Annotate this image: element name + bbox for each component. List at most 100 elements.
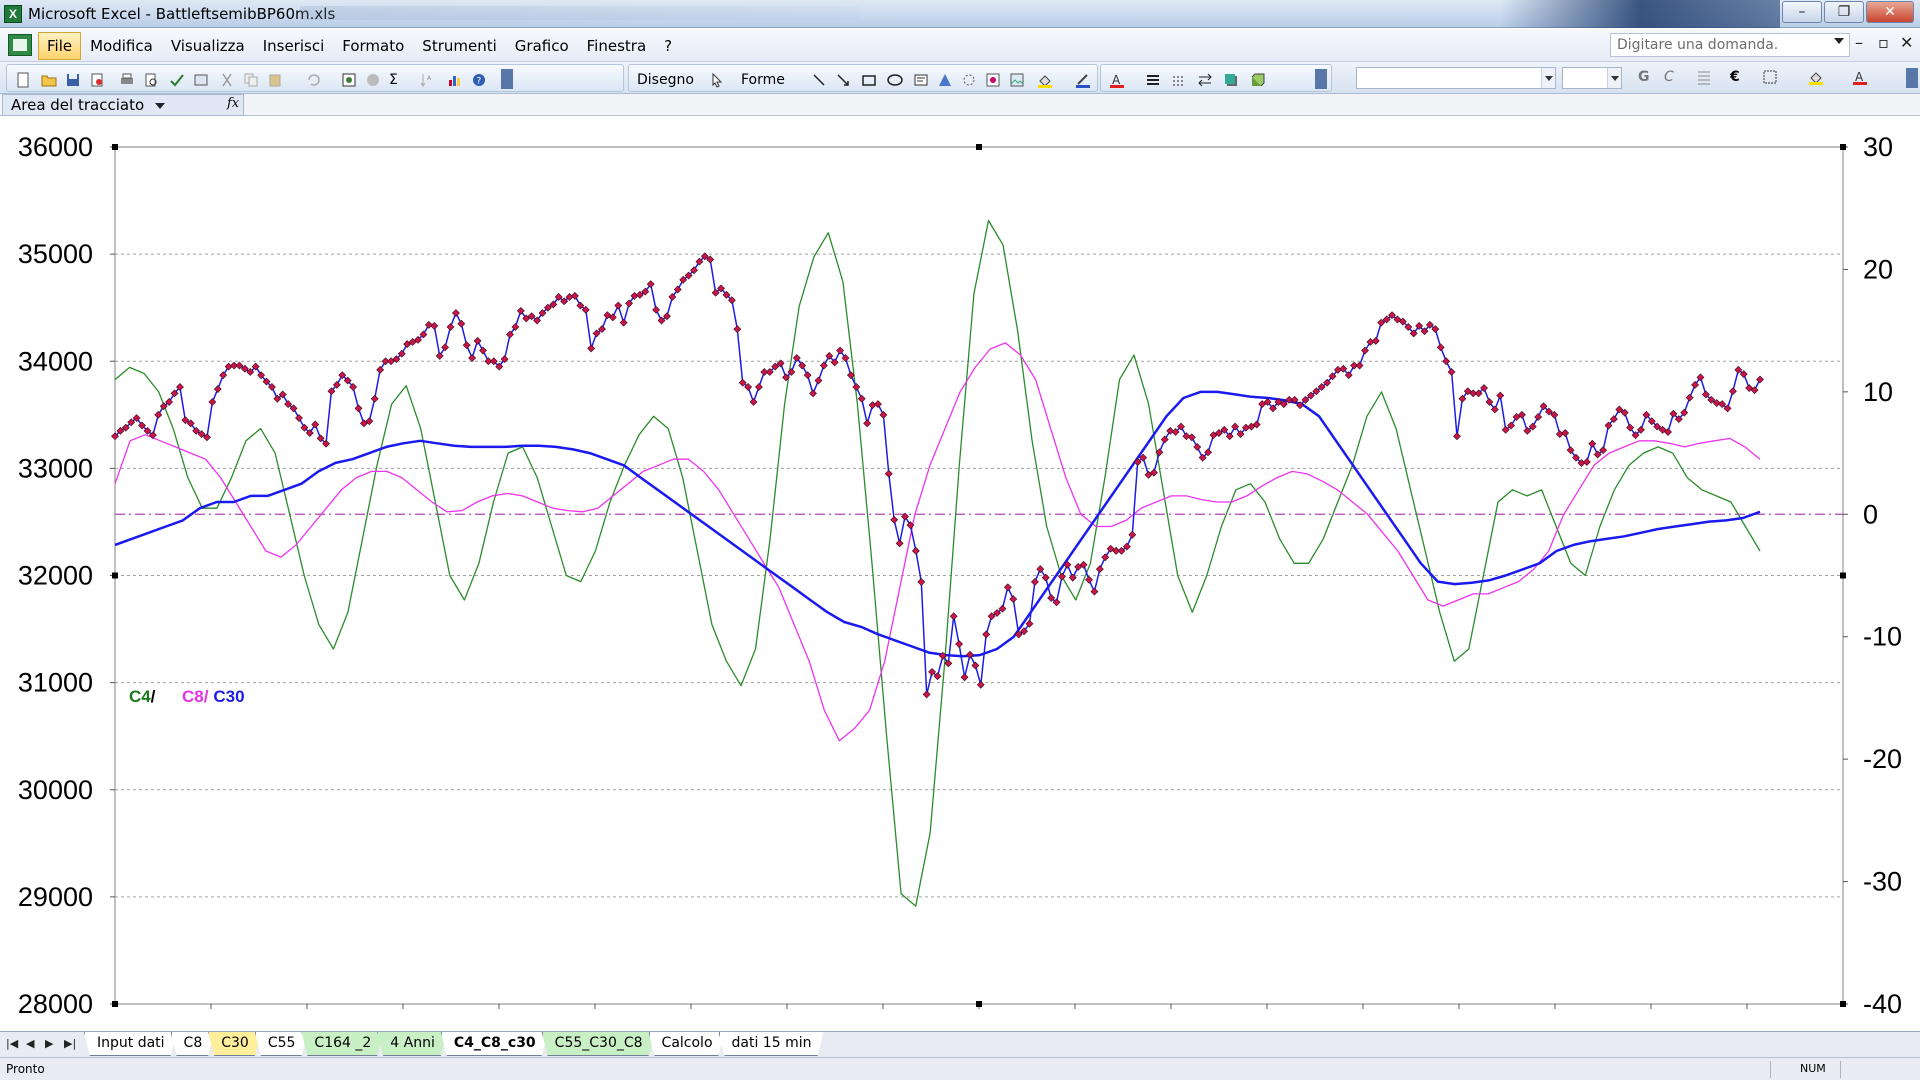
sheet-tab[interactable]: Input dati — [84, 1032, 177, 1056]
print-preview-icon[interactable] — [143, 72, 159, 88]
sheet-tab[interactable]: C4_C8_c30 — [441, 1032, 548, 1056]
textbox-icon[interactable] — [913, 72, 929, 88]
sheet-tab[interactable]: Calcolo — [649, 1032, 725, 1056]
clipart-icon[interactable] — [985, 72, 1001, 88]
selection-handle[interactable] — [1840, 572, 1846, 579]
menu-formato[interactable]: Formato — [333, 32, 413, 60]
open-folder-icon[interactable] — [41, 72, 57, 88]
menu-strumenti[interactable]: Strumenti — [413, 32, 505, 60]
selection-handle[interactable] — [1840, 1001, 1846, 1007]
copy-icon[interactable] — [243, 72, 259, 88]
currency-button[interactable]: € — [1730, 69, 1740, 85]
chart-area[interactable]: 36000 35000 34000 33000 32000 31000 30000 29000… — [0, 117, 1920, 1031]
function-icon[interactable]: fx — [227, 96, 239, 111]
selection-handle[interactable] — [112, 1001, 118, 1007]
paste-icon[interactable] — [267, 72, 283, 88]
name-box-dropdown-icon[interactable] — [155, 103, 165, 109]
toolbar-options-icon-2[interactable] — [1315, 69, 1327, 89]
select-arrow-icon[interactable] — [709, 72, 725, 88]
sort-ascending-icon[interactable]: A — [419, 72, 435, 88]
sheet-tab[interactable]: C55_C30_C8 — [542, 1032, 655, 1056]
spelling-icon[interactable] — [169, 72, 185, 88]
line-style-icon[interactable] — [1145, 72, 1161, 88]
sheet-tabs-bar: |◀ ◀ ▶ ▶| Input dati C8 C30 C55 C164 _2 4 Ann… — [0, 1031, 1920, 1057]
name-box[interactable]: Area del tracciato fx — [2, 94, 244, 116]
menu-file[interactable]: File — [38, 32, 82, 60]
research-icon[interactable] — [193, 72, 209, 88]
menu-inserisci[interactable]: Inserisci — [254, 32, 334, 60]
sheet-tab[interactable]: 4 Anni — [377, 1032, 447, 1056]
maximize-button[interactable]: ❐ — [1824, 1, 1864, 23]
new-file-icon[interactable] — [15, 72, 31, 88]
font-size-combo[interactable] — [1562, 67, 1622, 89]
undo-icon[interactable] — [305, 72, 321, 88]
doc-restore-icon[interactable]: ▫ — [1878, 33, 1889, 52]
selection-handle[interactable] — [112, 572, 118, 579]
text-color-icon[interactable]: A — [1852, 69, 1868, 85]
align-icon[interactable] — [1696, 69, 1712, 85]
line-color-icon[interactable] — [1075, 72, 1091, 88]
arrow-icon[interactable] — [835, 72, 851, 88]
shadow-icon[interactable] — [1223, 72, 1239, 88]
excel-icon[interactable]: X — [4, 5, 22, 23]
cut-icon[interactable] — [219, 72, 235, 88]
oval-icon[interactable] — [887, 72, 903, 88]
italic-button[interactable]: C — [1664, 69, 1674, 85]
first-sheet-icon[interactable]: |◀ — [6, 1037, 18, 1050]
help-icon[interactable]: ? — [471, 72, 487, 88]
rectangle-icon[interactable] — [861, 72, 877, 88]
picture-icon[interactable] — [1009, 72, 1025, 88]
save-icon[interactable] — [65, 72, 81, 88]
drawing-menu[interactable]: Disegno — [637, 72, 694, 88]
help-dropdown-icon[interactable] — [1834, 38, 1844, 44]
bold-button[interactable]: G — [1638, 69, 1650, 85]
chart-wizard-icon[interactable] — [365, 72, 381, 88]
fill-color-icon[interactable] — [1037, 72, 1053, 88]
menu-finestra[interactable]: Finestra — [578, 32, 656, 60]
toolbar-options-icon[interactable] — [501, 69, 513, 89]
last-sheet-icon[interactable]: ▶| — [64, 1037, 76, 1050]
font-color-icon[interactable]: A — [1109, 72, 1125, 88]
borders-icon[interactable] — [1762, 69, 1778, 85]
shapes-menu[interactable]: Forme — [741, 72, 785, 88]
menu-modifica[interactable]: Modifica — [81, 32, 162, 60]
toolbar-options-icon-3[interactable] — [1906, 68, 1918, 88]
sheet-tab[interactable]: C8 — [171, 1032, 215, 1056]
chart-icon[interactable] — [447, 72, 463, 88]
close-button[interactable]: ✕ — [1866, 1, 1914, 23]
menu-grafico[interactable]: Grafico — [506, 32, 578, 60]
sheet-tab[interactable]: C55 — [255, 1032, 308, 1056]
menu-items: File Modifica Visualizza Inserisci Formato St… — [38, 32, 681, 60]
workbook-icon[interactable] — [8, 34, 32, 56]
fill-bucket-icon[interactable] — [1808, 69, 1824, 85]
arrow-style-icon[interactable] — [1197, 72, 1213, 88]
selection-handle[interactable] — [976, 144, 982, 150]
selection-handle[interactable] — [976, 1001, 982, 1007]
diagram-icon[interactable] — [961, 72, 977, 88]
autosum-icon[interactable]: Σ — [389, 72, 398, 88]
3d-icon[interactable] — [1249, 72, 1265, 88]
print-icon[interactable] — [119, 72, 135, 88]
wordart-icon[interactable] — [937, 72, 953, 88]
sheet-tab[interactable]: C164 _2 — [301, 1032, 383, 1056]
hyperlink-icon[interactable] — [341, 72, 357, 88]
status-num-lock: NUM — [1800, 1062, 1826, 1075]
minimize-button[interactable]: – — [1782, 1, 1822, 23]
selection-handle[interactable] — [1840, 144, 1846, 150]
prev-sheet-icon[interactable]: ◀ — [26, 1037, 34, 1050]
permission-icon[interactable] — [89, 72, 105, 88]
doc-close-icon[interactable]: ✕ — [1900, 33, 1913, 52]
line-icon[interactable] — [811, 72, 827, 88]
y-right-tick-label: 20 — [1863, 254, 1893, 284]
next-sheet-icon[interactable]: ▶ — [45, 1037, 53, 1050]
help-question-input[interactable]: Digitare una domanda. — [1610, 33, 1850, 57]
toolbar: Σ A ? Disegno Forme A G C € A — [0, 62, 1920, 94]
menu-visualizza[interactable]: Visualizza — [162, 32, 254, 60]
sheet-tab[interactable]: C30 — [208, 1032, 261, 1056]
sheet-tab[interactable]: dati 15 min — [719, 1032, 824, 1056]
selection-handle[interactable] — [112, 144, 118, 150]
menu-help[interactable]: ? — [655, 32, 681, 60]
font-name-combo[interactable] — [1356, 67, 1556, 89]
dash-style-icon[interactable] — [1171, 72, 1187, 88]
doc-minimize-icon[interactable]: – — [1855, 33, 1863, 52]
